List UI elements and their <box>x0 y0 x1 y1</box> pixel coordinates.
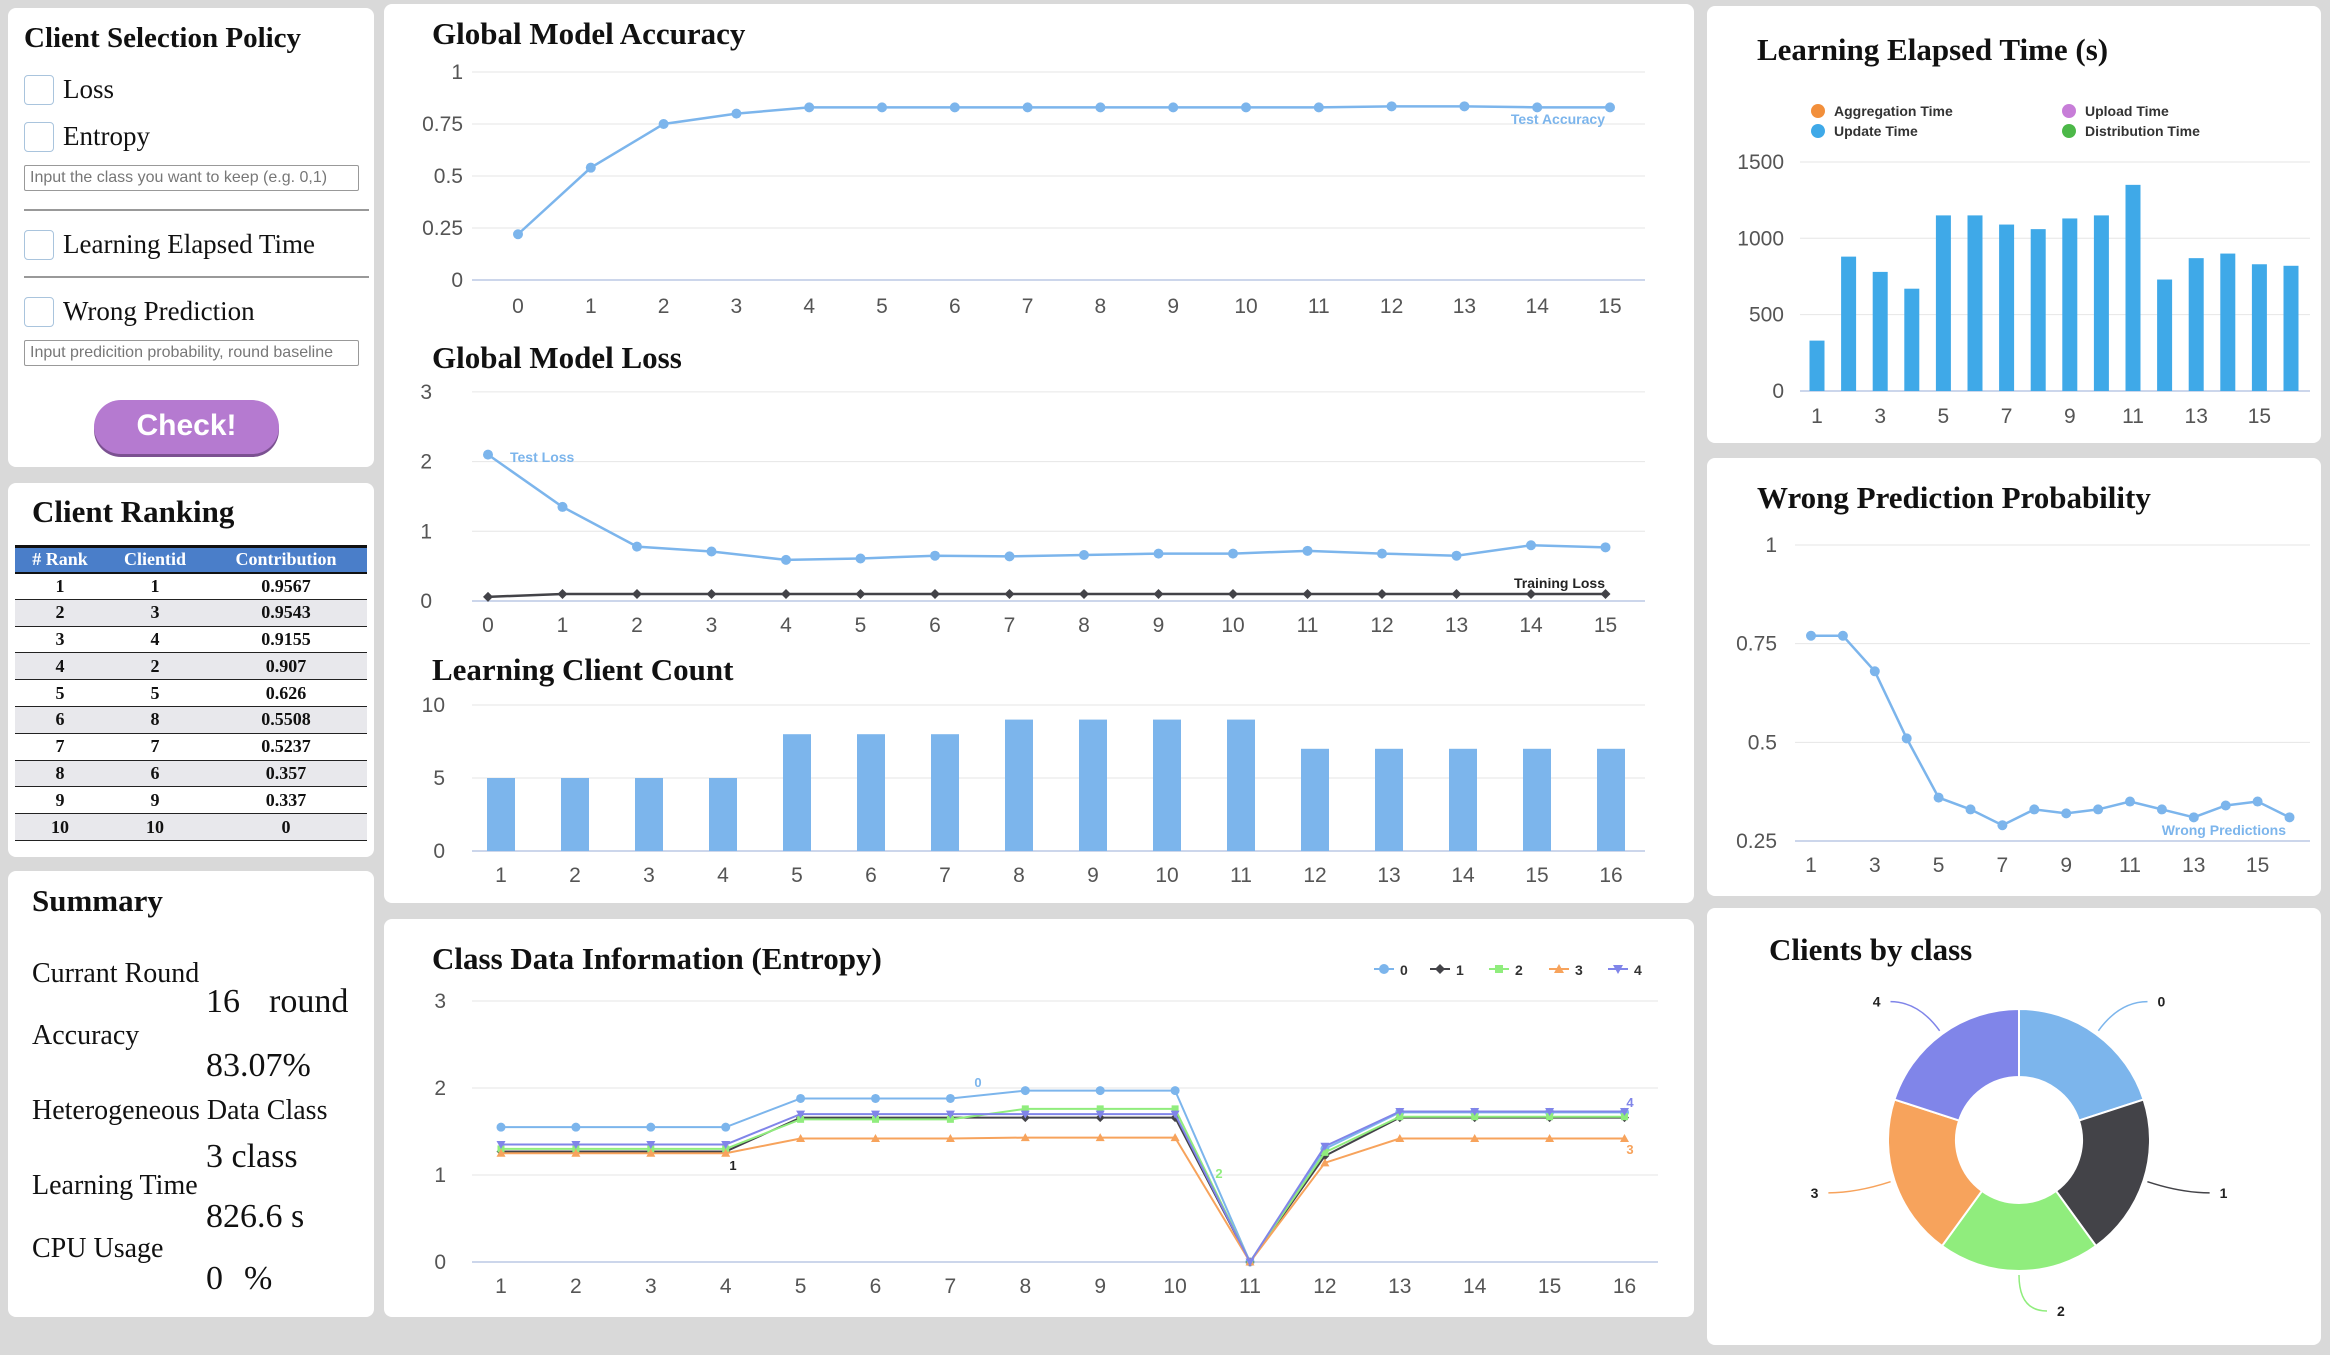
rank-cell: 9 <box>15 786 105 815</box>
wrong-chart-title: Wrong Prediction Probability <box>1757 480 2151 515</box>
cpu-usage-label: CPU Usage <box>32 1233 164 1264</box>
clientid-cell: 8 <box>105 706 205 734</box>
contribution-cell: 0 <box>205 813 367 841</box>
current-round-value: 16 <box>206 983 240 1020</box>
elapsed-time-option[interactable]: Learning Elapsed Time <box>24 229 315 260</box>
contribution-cell: 0.9567 <box>205 572 367 600</box>
count-chart-title: Learning Client Count <box>432 652 734 687</box>
rank-cell: 4 <box>15 652 105 681</box>
elapsed-time-label: Learning Elapsed Time <box>63 229 315 259</box>
contribution-cell: 0.5508 <box>205 706 367 734</box>
rank-cell: 7 <box>15 733 105 761</box>
ranking-table: # Rank Clientid Contribution 1 1 0.9567 2 3 0… <box>15 545 367 841</box>
policy-title: Client Selection Policy <box>24 22 302 54</box>
table-row: 6 8 0.5508 <box>15 706 367 734</box>
loss-checkbox[interactable] <box>24 74 54 105</box>
cpu-usage-value: 0 <box>206 1260 223 1297</box>
clientid-header: Clientid <box>105 545 205 574</box>
main-charts-panel: Global Model Accuracy Global Model Loss … <box>384 4 1694 903</box>
hetero-class-value: 3 class <box>206 1138 298 1175</box>
table-row: 5 5 0.626 <box>15 679 367 707</box>
learning-time-value: 826.6 s <box>206 1198 305 1235</box>
rank-cell: 10 <box>15 813 105 841</box>
contribution-cell: 0.9155 <box>205 626 367 654</box>
current-round-label: Currant Round <box>32 958 200 989</box>
clientid-cell: 2 <box>105 652 205 681</box>
ranking-title: Client Ranking <box>32 494 235 529</box>
table-row: 4 2 0.907 <box>15 652 367 681</box>
table-row: 1 1 0.9567 <box>15 572 367 600</box>
hetero-class-label: Heterogeneous Data Class <box>32 1095 328 1126</box>
prediction-probability-input[interactable]: Input predicition probability, round bas… <box>24 340 359 366</box>
clientid-cell: 5 <box>105 679 205 707</box>
divider <box>24 209 369 211</box>
client-selection-policy-panel: Client Selection Policy Loss Entropy Inp… <box>8 8 374 467</box>
clientid-cell: 4 <box>105 626 205 654</box>
rank-cell: 2 <box>15 599 105 627</box>
rank-cell: 3 <box>15 626 105 654</box>
table-row: 2 3 0.9543 <box>15 599 367 627</box>
clientid-cell: 6 <box>105 760 205 788</box>
class-keep-input[interactable]: Input the class you want to keep (e.g. 0… <box>24 165 359 191</box>
clientid-cell: 10 <box>105 813 205 841</box>
entropy-label: Entropy <box>63 121 150 151</box>
clients-chart-title: Clients by class <box>1769 932 1973 967</box>
cpu-usage-unit: % <box>244 1260 273 1297</box>
entropy-panel: Class Data Information (Entropy) <box>384 919 1694 1317</box>
contribution-cell: 0.626 <box>205 679 367 707</box>
wrong-prediction-checkbox[interactable] <box>24 296 54 327</box>
clientid-cell: 7 <box>105 733 205 761</box>
entropy-checkbox[interactable] <box>24 121 54 152</box>
clientid-cell: 1 <box>105 572 205 600</box>
elapsed-time-panel: Learning Elapsed Time (s) <box>1707 6 2321 443</box>
loss-label: Loss <box>63 74 115 104</box>
contribution-cell: 0.357 <box>205 760 367 788</box>
accuracy-value: 83.07% <box>206 1047 311 1084</box>
contribution-cell: 0.337 <box>205 786 367 815</box>
contribution-cell: 0.9543 <box>205 599 367 627</box>
rank-cell: 6 <box>15 706 105 734</box>
entropy-chart-title: Class Data Information (Entropy) <box>432 941 882 976</box>
current-round-unit: round <box>269 983 349 1020</box>
accuracy-label: Accuracy <box>32 1020 140 1051</box>
table-row: 8 6 0.357 <box>15 760 367 788</box>
summary-title: Summary <box>32 883 163 918</box>
elapsed-chart-title: Learning Elapsed Time (s) <box>1757 32 2109 67</box>
clientid-cell: 3 <box>105 599 205 627</box>
loss-option[interactable]: Loss <box>24 74 114 105</box>
table-row: 3 4 0.9155 <box>15 626 367 654</box>
clientid-cell: 9 <box>105 786 205 815</box>
contribution-header: Contribution <box>205 545 367 574</box>
rank-cell: 5 <box>15 679 105 707</box>
check-button[interactable]: Check! <box>94 400 279 454</box>
table-row: 10 10 0 <box>15 813 367 841</box>
wrong-prediction-panel: Wrong Prediction Probability <box>1707 458 2321 896</box>
rank-header: # Rank <box>15 545 105 574</box>
accuracy-chart-title: Global Model Accuracy <box>432 16 746 51</box>
table-row: 9 9 0.337 <box>15 786 367 815</box>
clients-by-class-panel: Clients by class <box>1707 908 2321 1345</box>
contribution-cell: 0.5237 <box>205 733 367 761</box>
wrong-prediction-label: Wrong Prediction <box>63 296 255 326</box>
learning-time-label: Learning Time <box>32 1170 198 1201</box>
wrong-prediction-option[interactable]: Wrong Prediction <box>24 296 255 327</box>
contribution-cell: 0.907 <box>205 652 367 681</box>
table-row: 7 7 0.5237 <box>15 733 367 761</box>
loss-chart-title: Global Model Loss <box>432 340 682 375</box>
rank-cell: 8 <box>15 760 105 788</box>
divider <box>24 276 369 278</box>
rank-cell: 1 <box>15 572 105 600</box>
elapsed-time-checkbox[interactable] <box>24 229 54 260</box>
entropy-option[interactable]: Entropy <box>24 121 150 152</box>
